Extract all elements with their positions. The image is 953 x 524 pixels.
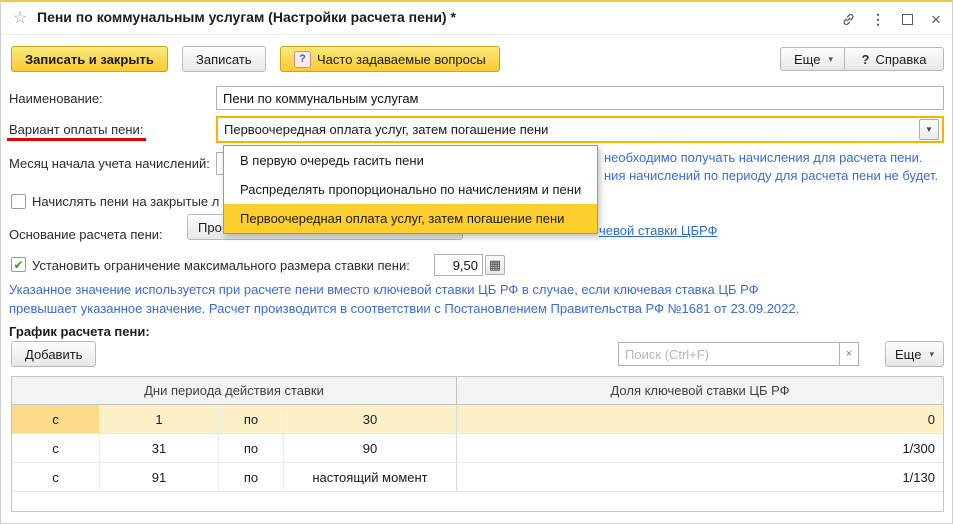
payment-variant-label: Вариант оплаты пени: [9, 122, 143, 137]
limit-note-line2: превышает указанное значение. Расчет про… [9, 301, 799, 316]
close-icon[interactable]: × [927, 10, 945, 28]
cell-from-value[interactable]: 31 [100, 434, 219, 462]
basis-key-rate-link[interactable]: чевой ставки ЦБРФ [599, 223, 717, 238]
combobox-dropdown-icon[interactable]: ▼ [919, 119, 939, 140]
month-hint-line2: ния начислений по периоду для расчета пе… [604, 168, 938, 183]
add-row-button[interactable]: Добавить [11, 341, 96, 367]
cell-from-value[interactable]: 91 [100, 463, 219, 491]
help-question-icon: ? [862, 52, 870, 67]
name-input[interactable] [216, 86, 944, 110]
cell-share-value[interactable]: 0 [457, 405, 943, 433]
chevron-down-icon: ▾ [828, 54, 833, 65]
limit-label: Установить ограничение максимального раз… [32, 258, 410, 273]
favorite-star-icon[interactable]: ☆ [13, 8, 27, 28]
cell-to-value[interactable]: 30 [284, 405, 457, 433]
payment-variant-value: Первоочередная оплата услуг, затем погаш… [218, 122, 919, 137]
table-row[interactable]: с 1 по 30 0 [12, 405, 943, 434]
help-button-label: Справка [875, 52, 926, 67]
dropdown-option[interactable]: В первую очередь гасить пени [224, 146, 597, 175]
payment-variant-combobox[interactable]: Первоочередная оплата услуг, затем погаш… [216, 116, 944, 143]
more-button-label: Еще [794, 52, 820, 67]
copy-link-icon[interactable] [839, 10, 857, 28]
limit-note-line1: Указанное значение используется при расч… [9, 282, 759, 297]
penalty-settings-window: ☆ Пени по коммунальным услугам (Настройк… [0, 0, 953, 524]
more-table-label: Еще [895, 347, 921, 362]
cell-from-word[interactable]: с [12, 463, 100, 491]
basis-label: Основание расчета пени: [9, 227, 163, 242]
table-row[interactable]: с 31 по 90 1/300 [12, 434, 943, 463]
cell-from-word[interactable]: с [12, 405, 100, 433]
chevron-down-icon: ▾ [929, 349, 934, 360]
limit-rate-input[interactable] [434, 254, 483, 276]
cell-to-word[interactable]: по [219, 405, 284, 433]
table-row[interactable]: с 91 по настоящий момент 1/130 [12, 463, 943, 492]
cell-from-word[interactable]: с [12, 434, 100, 462]
limit-checkbox[interactable]: ✔ [11, 257, 26, 272]
maximize-icon[interactable] [898, 10, 916, 28]
save-and-close-button[interactable]: Записать и закрыть [11, 46, 168, 72]
month-hint-line1: необходимо получать начисления для расче… [604, 150, 922, 165]
cell-share-value[interactable]: 1/300 [457, 434, 943, 462]
search-clear-icon[interactable]: × [840, 342, 859, 366]
cell-to-word[interactable]: по [219, 463, 284, 491]
red-underline-annotation [7, 138, 146, 141]
cell-to-value[interactable]: 90 [284, 434, 457, 462]
month-start-label: Месяц начала учета начислений: [9, 156, 210, 171]
cell-share-value[interactable]: 1/130 [457, 463, 943, 491]
table-header-row: Дни периода действия ставки Доля ключево… [12, 377, 943, 405]
more-button-top[interactable]: Еще ▾ [780, 47, 847, 71]
maximize-box [902, 14, 913, 25]
save-button[interactable]: Записать [182, 46, 266, 72]
search-input[interactable] [618, 342, 840, 366]
faq-question-icon: ? [294, 51, 311, 68]
payment-variant-dropdown-list: В первую очередь гасить пени Распределят… [223, 145, 598, 234]
column-header-share[interactable]: Доля ключевой ставки ЦБ РФ [457, 377, 943, 404]
name-label: Наименование: [9, 91, 103, 106]
cell-to-value[interactable]: настоящий момент [284, 463, 457, 491]
help-button[interactable]: ? Справка [844, 47, 944, 71]
schedule-section-label: График расчета пени: [9, 324, 150, 339]
cell-to-word[interactable]: по [219, 434, 284, 462]
cell-from-value[interactable]: 1 [100, 405, 219, 433]
faq-button-label: Часто задаваемые вопросы [317, 52, 486, 67]
faq-button[interactable]: ? Часто задаваемые вопросы [280, 46, 500, 72]
calculator-icon[interactable]: ▦ [485, 255, 505, 275]
chain-icon [841, 12, 856, 27]
accrue-closed-checkbox[interactable] [11, 194, 26, 209]
schedule-table: Дни периода действия ставки Доля ключево… [11, 376, 944, 512]
more-button-table[interactable]: Еще ▾ [885, 341, 944, 367]
dropdown-option-selected[interactable]: Первоочередная оплата услуг, затем погаш… [224, 204, 597, 233]
window-title: Пени по коммунальным услугам (Настройки … [37, 9, 456, 25]
more-menu-icon[interactable]: ⋮ [869, 10, 887, 28]
dropdown-option[interactable]: Распределять пропорционально по начислен… [224, 175, 597, 204]
column-header-days[interactable]: Дни периода действия ставки [12, 377, 457, 404]
accrue-closed-label: Начислять пени на закрытые л [32, 194, 219, 209]
